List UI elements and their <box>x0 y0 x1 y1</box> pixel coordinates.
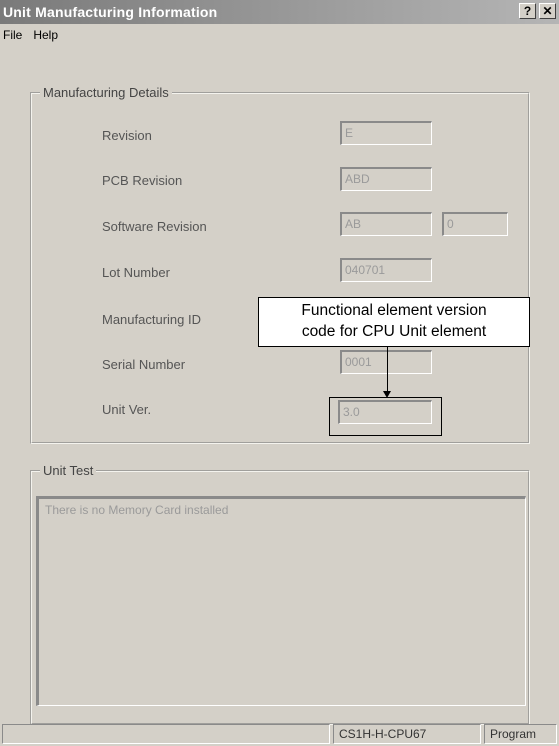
manufacturing-id-label: Manufacturing ID <box>102 312 201 327</box>
revision-field[interactable]: E <box>340 121 432 145</box>
unit-manufacturing-info-window: Unit Manufacturing Information ? ✕ File … <box>0 0 559 746</box>
revision-label: Revision <box>102 128 152 143</box>
menu-bar: File Help <box>0 25 559 45</box>
unit-test-output[interactable]: There is no Memory Card installed <box>36 496 526 706</box>
unit-ver-highlight-box <box>329 397 442 436</box>
annotation-line-2: code for CPU Unit element <box>301 323 487 340</box>
status-bar: CS1H-H-CPU67 Program <box>0 722 559 746</box>
menu-file[interactable]: File <box>0 28 28 42</box>
question-icon: ? <box>523 4 532 18</box>
menu-help-label: Help <box>33 28 59 42</box>
window-title: Unit Manufacturing Information <box>3 4 218 20</box>
manufacturing-details-legend: Manufacturing Details <box>40 85 172 100</box>
help-button[interactable]: ? <box>519 3 536 19</box>
status-model: CS1H-H-CPU67 <box>333 724 481 744</box>
pcb-revision-field[interactable]: ABD <box>340 167 432 191</box>
status-mode: Program <box>484 724 557 744</box>
serial-number-label: Serial Number <box>102 357 186 372</box>
annotation-line-1: Functional element version <box>301 302 487 319</box>
annotation-leader-line <box>387 347 388 391</box>
software-revision-field-2[interactable]: 0 <box>442 212 508 236</box>
software-revision-label: Software Revision <box>102 219 207 234</box>
pcb-revision-label: PCB Revision <box>102 173 183 188</box>
menu-file-label: File <box>3 28 23 42</box>
close-button[interactable]: ✕ <box>539 3 556 19</box>
menu-help[interactable]: Help <box>28 28 64 42</box>
serial-number-field[interactable]: 0001 <box>340 350 432 374</box>
annotation-arrow-icon <box>383 391 391 398</box>
software-revision-field[interactable]: AB <box>340 212 432 236</box>
status-cell-blank <box>2 724 330 744</box>
annotation-callout: Functional element version code for CPU … <box>258 297 530 347</box>
unit-ver-label: Unit Ver. <box>102 402 152 417</box>
close-icon: ✕ <box>542 4 553 18</box>
lot-number-label: Lot Number <box>102 265 170 280</box>
unit-test-legend: Unit Test <box>40 463 97 478</box>
unit-test-message: There is no Memory Card installed <box>45 503 229 517</box>
title-bar[interactable]: Unit Manufacturing Information ? ✕ <box>0 0 559 24</box>
lot-number-field[interactable]: 040701 <box>340 258 432 282</box>
